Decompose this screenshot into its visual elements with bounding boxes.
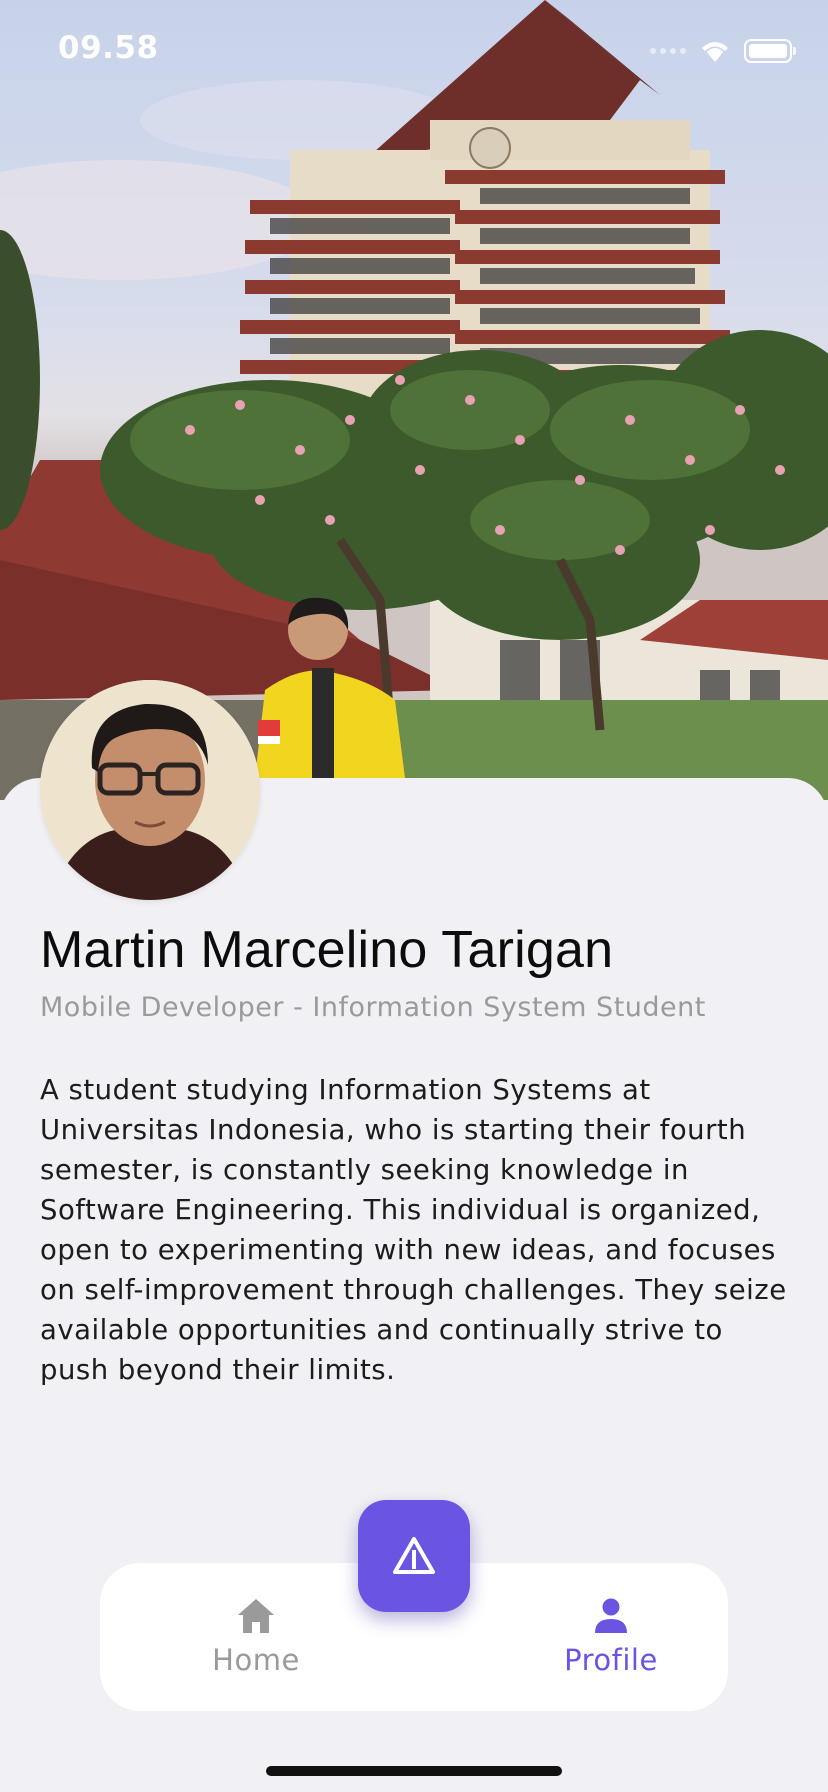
- status-icons: [650, 38, 796, 64]
- nav-profile-label: Profile: [564, 1643, 658, 1677]
- warning-triangle-icon: [393, 1537, 435, 1574]
- cover-photo: [0, 0, 828, 800]
- cellular-signal-icon: [650, 48, 686, 54]
- nav-item-home[interactable]: Home: [176, 1597, 336, 1677]
- status-time: 09.58: [58, 30, 159, 66]
- home-icon: [238, 1599, 274, 1633]
- wifi-icon: [702, 42, 728, 62]
- battery-icon: [744, 39, 796, 63]
- nav-item-profile[interactable]: Profile: [531, 1597, 691, 1677]
- profile-role: Mobile Developer - Information System St…: [40, 992, 706, 1023]
- nav-home-label: Home: [212, 1643, 300, 1677]
- center-action-button[interactable]: [358, 1500, 470, 1612]
- home-indicator: [266, 1766, 562, 1776]
- avatar: [40, 680, 260, 900]
- person-icon: [595, 1598, 627, 1633]
- profile-name: Martin Marcelino Tarigan: [40, 921, 614, 979]
- profile-bio: A student studying Information Systems a…: [40, 1074, 787, 1386]
